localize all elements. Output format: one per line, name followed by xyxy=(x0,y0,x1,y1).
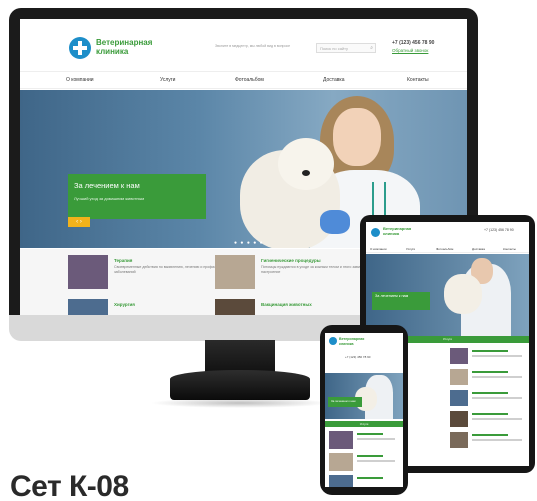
service-thumb xyxy=(68,255,108,289)
tablet-row-title xyxy=(472,371,508,373)
tablet-nav-item[interactable]: Фотоальбом xyxy=(436,247,453,251)
doctor-face xyxy=(333,108,381,166)
clinic-logo-text[interactable]: Ветеринарная клиника xyxy=(96,38,166,56)
main-nav: О компании Услуги Фотоальбом Доставка Ко… xyxy=(20,71,467,89)
phone-row-thumb xyxy=(329,453,353,471)
header-phone: +7 (123) 456 78 90 xyxy=(392,40,435,46)
nav-item-gallery[interactable]: Фотоальбом xyxy=(235,77,264,83)
header-note: Звоните в медцентр, мы любой вид в вопро… xyxy=(215,44,291,48)
stand-shadow xyxy=(150,398,330,408)
phone-row-title xyxy=(357,477,383,479)
nav-item-about[interactable]: О компании xyxy=(66,77,94,83)
tablet-nav-item[interactable]: Контакты xyxy=(503,247,516,251)
phone-hero: За лечением к нам xyxy=(325,373,403,419)
phone-row-text xyxy=(357,438,395,440)
phone-logo-text[interactable]: Ветеринарная клиника xyxy=(339,337,364,346)
dog-nose xyxy=(302,170,310,176)
phone-hero-card: За лечением к нам xyxy=(328,397,362,407)
dog-head xyxy=(278,138,334,190)
monitor-neck xyxy=(205,340,275,374)
phone-row-title xyxy=(357,433,383,435)
service-title: Хирургия xyxy=(114,302,135,307)
monitor-stand xyxy=(170,370,310,400)
tablet-nav-item[interactable]: Доставка xyxy=(472,247,485,251)
phone-services-bar[interactable]: Услуги xyxy=(325,421,403,427)
phone-phone: +7 (123) 456 78 90 xyxy=(345,355,371,359)
tablet-row-thumb xyxy=(450,432,468,448)
phone-logo-icon[interactable] xyxy=(329,337,337,345)
phone-row-title xyxy=(357,455,383,457)
tablet-row-text xyxy=(472,439,522,441)
nav-item-contacts[interactable]: Контакты xyxy=(407,77,429,83)
clinic-logo-icon[interactable] xyxy=(69,37,91,59)
tablet-row-thumb xyxy=(450,348,468,364)
hero-title: За лечением к нам xyxy=(74,181,140,190)
tablet-row-text xyxy=(472,376,522,378)
tablet-row-thumb xyxy=(450,390,468,406)
tablet-row-text xyxy=(472,355,522,357)
service-title: Терапия xyxy=(114,258,133,263)
service-thumb xyxy=(215,255,255,289)
blue-glove xyxy=(320,210,350,234)
phone-row-text xyxy=(357,460,395,462)
tablet-row-text xyxy=(472,397,522,399)
hero-caption-card: За лечением к нам Лучший уход за домашни… xyxy=(68,174,206,219)
tablet-row-text xyxy=(472,418,522,420)
site-header: Ветеринарная клиника Звоните в медцентр,… xyxy=(20,19,467,71)
search-icon[interactable]: ⌕ xyxy=(370,45,373,51)
tablet-row-title xyxy=(472,413,508,415)
phone-row-thumb xyxy=(329,475,353,487)
phone-screen: Ветеринарная клиника +7 (123) 456 78 90 З… xyxy=(325,333,403,487)
tablet-row-thumb xyxy=(450,411,468,427)
tablet-nav: О компании Услуги Фотоальбом Доставка Ко… xyxy=(366,244,529,253)
nav-item-delivery[interactable]: Доставка xyxy=(323,77,344,83)
tablet-hero-card: За лечением к нам xyxy=(372,292,430,310)
tablet-logo-icon[interactable] xyxy=(371,228,380,237)
service-title: Гигиенические процедуры xyxy=(261,258,321,263)
nav-item-services[interactable]: Услуги xyxy=(160,77,175,83)
phone-row-thumb xyxy=(329,431,353,449)
tablet-nav-item[interactable]: Услуги xyxy=(406,247,415,251)
tablet-row-title xyxy=(472,350,508,352)
service-title: Вакцинация животных xyxy=(261,302,312,307)
tablet-dog xyxy=(444,274,482,314)
tablet-nav-item[interactable]: О компании xyxy=(370,247,387,251)
phone-device: Ветеринарная клиника +7 (123) 456 78 90 З… xyxy=(320,325,408,495)
search-input[interactable]: Поиск по сайту ⌕ xyxy=(316,43,376,53)
slider-dots[interactable]: ● ● ● ● ● xyxy=(234,240,264,246)
callback-link[interactable]: Обратный звонок xyxy=(392,48,428,53)
tablet-row-title xyxy=(472,392,508,394)
tablet-row-title xyxy=(472,434,508,436)
tablet-hero: За лечением к нам xyxy=(366,254,529,336)
set-caption: Сет К-08 xyxy=(10,470,129,501)
tablet-logo-text[interactable]: Ветеринарная клиника xyxy=(383,226,411,236)
tablet-row-thumb xyxy=(450,369,468,385)
slider-arrows[interactable]: ‹ › xyxy=(68,217,90,227)
hero-subtitle: Лучший уход за домашним животным xyxy=(74,196,145,201)
tablet-phone: +7 (123) 456 78 90 xyxy=(484,228,514,232)
